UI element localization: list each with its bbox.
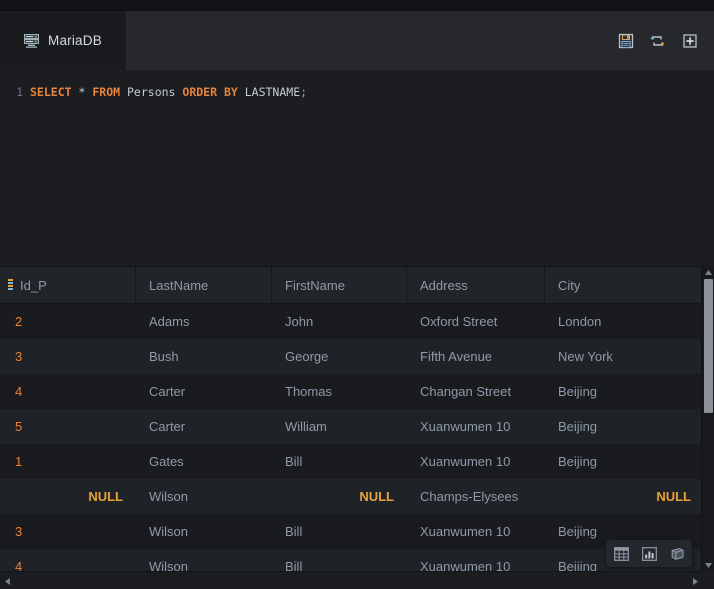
cell-id_p[interactable]: 3 [0,514,136,549]
table-view-button[interactable] [608,542,634,565]
bar-chart-icon [641,546,657,561]
vertical-scrollbar[interactable] [701,266,714,571]
plus-square-icon [682,33,698,49]
column-header-label: Address [420,277,468,293]
cell-firstname[interactable]: Bill [272,514,407,549]
column-header-city[interactable]: City [545,267,704,303]
sql-token-9 [238,85,245,99]
scroll-right-arrow[interactable] [688,572,702,589]
sql-token-5 [120,85,127,99]
tab-bar-toolbar [616,11,714,70]
cell-address[interactable]: Champs-Elysees [407,479,545,514]
column-header-label: Id_P [20,277,47,293]
cell-lastname[interactable]: Carter [136,374,272,409]
cell-id_p[interactable]: 4 [0,374,136,409]
tab-mariadb[interactable]: MariaDB [0,11,126,70]
cell-lastname[interactable]: Gates [136,444,272,479]
scroll-up-arrow[interactable] [702,266,714,278]
results-grid: Id_P LastName FirstName Address City 2 Adams J… [0,266,714,589]
cell-city[interactable]: Beijing [545,374,704,409]
tab-bar: MariaDB [0,11,714,70]
cell-lastname[interactable]: Bush [136,339,272,374]
table-row[interactable]: 3 Bush George Fifth Avenue New York [0,339,714,374]
cell-address[interactable]: Oxford Street [407,304,545,339]
sql-token-11: ; [300,85,308,99]
data-view-button[interactable] [664,542,690,565]
tab-bar-empty-space [126,11,616,70]
refresh-sync-icon [649,33,666,49]
add-tab-button[interactable] [680,31,699,50]
view-switcher [606,540,692,567]
sql-token-4: FROM [92,85,121,99]
cell-firstname[interactable]: John [272,304,407,339]
line-number: 1 [16,85,23,99]
cell-address[interactable]: Changan Street [407,374,545,409]
cell-city[interactable]: London [545,304,704,339]
scroll-down-arrow[interactable] [702,559,714,571]
cell-firstname[interactable]: Bill [272,444,407,479]
cell-lastname[interactable]: Carter [136,409,272,444]
cell-firstname[interactable]: Thomas [272,374,407,409]
results-header-row: Id_P LastName FirstName Address City [0,266,714,304]
sql-client-window: MariaDB 1 SELECT * FROM Persons ORDER BY… [0,0,714,589]
cell-address[interactable]: Xuanwumen 10 [407,514,545,549]
cell-city[interactable]: Beijing [545,409,704,444]
grid-table-icon [613,546,629,561]
horizontal-scrollbar[interactable] [0,571,714,589]
code-line-1: 1 SELECT * FROM Persons ORDER BY LASTNAM… [0,84,714,100]
sql-token-6: Persons [127,85,176,99]
cell-id_p[interactable]: 5 [0,409,136,444]
sql-token-0: SELECT [30,85,72,99]
column-header-firstname[interactable]: FirstName [272,267,407,303]
layers-database-icon [670,547,685,561]
cell-id_p[interactable]: NULL [0,479,136,514]
table-row[interactable]: 5 Carter William Xuanwumen 10 Beijing [0,409,714,444]
cell-city[interactable]: New York [545,339,704,374]
cell-id_p[interactable]: 1 [0,444,136,479]
table-row[interactable]: NULL Wilson NULL Champs-Elysees NULL [0,479,714,514]
table-row[interactable]: 1 Gates Bill Xuanwumen 10 Beijing [0,444,714,479]
column-header-id_p[interactable]: Id_P [0,267,136,303]
chart-view-button[interactable] [636,542,662,565]
refresh-button[interactable] [648,31,667,50]
cell-firstname[interactable]: NULL [272,479,407,514]
cell-city[interactable]: NULL [545,479,704,514]
column-header-lastname[interactable]: LastName [136,267,272,303]
cell-city[interactable]: Beijing [545,444,704,479]
column-header-label: LastName [149,277,209,293]
cell-id_p[interactable]: 3 [0,339,136,374]
database-server-icon [24,33,39,48]
column-header-label: FirstName [285,277,345,293]
sql-editor[interactable]: 1 SELECT * FROM Persons ORDER BY LASTNAM… [0,70,714,266]
cell-address[interactable]: Xuanwumen 10 [407,409,545,444]
cell-firstname[interactable]: George [272,339,407,374]
cell-id_p[interactable]: 2 [0,304,136,339]
cell-firstname[interactable]: William [272,409,407,444]
sort-column-icon [8,278,13,292]
table-row[interactable]: 4 Carter Thomas Changan Street Beijing [0,374,714,409]
save-button[interactable] [616,31,635,50]
vertical-scrollbar-thumb[interactable] [704,279,713,413]
scroll-left-arrow[interactable] [0,572,14,589]
cell-lastname[interactable]: Adams [136,304,272,339]
scrollbar-corner [701,571,714,589]
sql-token-8: ORDER BY [182,85,238,99]
cell-address[interactable]: Xuanwumen 10 [407,444,545,479]
cell-address[interactable]: Fifth Avenue [407,339,545,374]
window-top-strip [0,0,714,11]
cell-lastname[interactable]: Wilson [136,514,272,549]
column-header-label: City [558,277,581,293]
cell-lastname[interactable]: Wilson [136,479,272,514]
tab-label: MariaDB [48,33,102,48]
sql-query-text[interactable]: SELECT * FROM Persons ORDER BY LASTNAME; [30,84,307,100]
save-floppy-icon [618,33,634,49]
sql-token-10: LASTNAME [244,85,301,99]
table-row[interactable]: 2 Adams John Oxford Street London [0,304,714,339]
column-header-address[interactable]: Address [407,267,545,303]
